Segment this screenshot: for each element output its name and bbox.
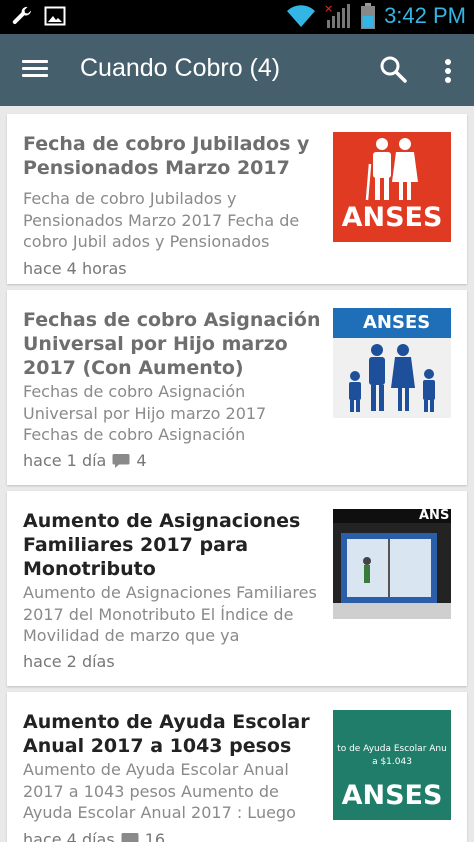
comment-count: 4 xyxy=(136,451,147,470)
comment-icon xyxy=(112,453,130,468)
wifi-icon xyxy=(287,5,316,27)
search-button[interactable] xyxy=(378,54,412,88)
svg-text:×: × xyxy=(324,2,333,15)
status-time: 3:42 PM xyxy=(384,3,466,28)
family-icon xyxy=(333,338,451,418)
article-time: hace 1 día xyxy=(23,451,107,470)
thumb-caption: a $1.043 xyxy=(372,757,412,767)
article-thumbnail: ANSES xyxy=(333,132,451,242)
office-photo-icon xyxy=(333,509,451,619)
comment-count: 16 xyxy=(144,830,166,842)
menu-button[interactable] xyxy=(22,56,52,84)
search-icon xyxy=(380,56,407,83)
article-snippet: Fechas de cobro Asignación Universal por… xyxy=(23,382,267,444)
anses-banner: ANSES xyxy=(333,308,451,338)
article-time: hace 2 días xyxy=(23,652,115,671)
article-card[interactable]: Fechas de cobro Asignación Universal por… xyxy=(7,290,467,485)
anses-logo: ANS xyxy=(419,509,450,523)
article-card[interactable]: Aumento de Ayuda Escolar Anual 2017 a 10… xyxy=(7,692,467,842)
more-options-button[interactable] xyxy=(436,54,460,88)
article-title: Fecha de cobro Jubilados y Pensionados M… xyxy=(23,133,310,179)
article-time: hace 4 días xyxy=(23,830,115,842)
menu-icon xyxy=(22,60,48,63)
anses-logo: ANSES xyxy=(341,780,443,811)
article-title: Aumento de Ayuda Escolar Anual 2017 a 10… xyxy=(23,711,310,757)
comment-icon xyxy=(121,832,139,842)
article-meta: hace 4 horas xyxy=(23,259,127,278)
article-thumbnail: ANSES xyxy=(333,308,451,418)
page-title: Cuando Cobro (4) xyxy=(80,54,281,82)
article-snippet: Fecha de cobro Jubilados y Pensionados M… xyxy=(23,189,300,251)
article-thumbnail: to de Ayuda Escolar Anu a $1.043 ANSES xyxy=(333,710,451,820)
article-thumbnail: ANS xyxy=(333,509,451,619)
article-meta: hace 2 días xyxy=(23,652,115,671)
article-card[interactable]: Fecha de cobro Jubilados y Pensionados M… xyxy=(7,114,467,284)
signal-icon: × xyxy=(324,2,351,28)
app-bar: Cuando Cobro (4) xyxy=(0,34,474,106)
article-time: hace 4 horas xyxy=(23,259,127,278)
battery-icon xyxy=(361,3,376,29)
more-vert-icon xyxy=(445,59,451,83)
thumb-caption: to de Ayuda Escolar Anu xyxy=(337,744,447,754)
article-snippet: Aumento de Asignaciones Familiares 2017 … xyxy=(23,583,317,645)
wrench-icon xyxy=(12,6,31,24)
article-title: Aumento de Asignaciones Familiares 2017 … xyxy=(23,510,301,580)
article-snippet: Aumento de Ayuda Escolar Anual 2017 a 10… xyxy=(23,760,296,822)
article-title: Fechas de cobro Asignación Universal por… xyxy=(23,309,321,379)
article-meta: hace 4 días 16 xyxy=(23,830,165,842)
anses-logo: ANSES xyxy=(341,202,443,233)
article-card[interactable]: Aumento de Asignaciones Familiares 2017 … xyxy=(7,491,467,686)
status-bar: × 3:42 PM xyxy=(0,0,474,34)
article-meta: hace 1 día 4 xyxy=(23,451,147,470)
article-feed[interactable]: Fecha de cobro Jubilados y Pensionados M… xyxy=(0,106,474,842)
anses-logo: ANSES xyxy=(363,312,431,333)
image-icon xyxy=(44,6,66,26)
